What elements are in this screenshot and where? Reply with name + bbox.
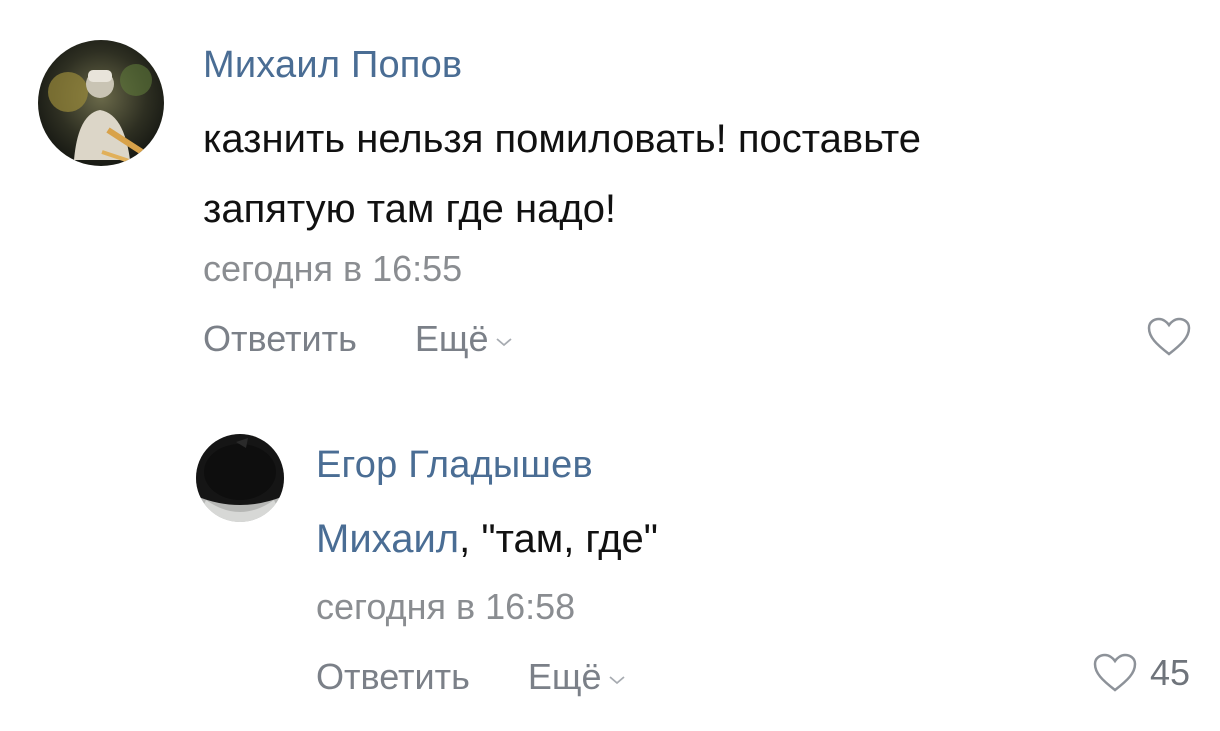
comment-text-line: запятую там где надо! [203, 187, 617, 231]
comment-author[interactable]: Егор Гладышев [316, 444, 593, 487]
comment-actions: Ответить Ещё [203, 318, 513, 360]
more-button[interactable]: Ещё [415, 318, 513, 360]
comment: Михаил Попов казнить нельзя помиловать! … [0, 0, 1220, 400]
chevron-down-icon [495, 338, 512, 347]
heart-icon [1093, 653, 1137, 692]
comment-text-line: казнить нельзя помиловать! поставьте [203, 117, 921, 161]
like-button[interactable]: 45 [1092, 652, 1190, 694]
more-label: Ещё [527, 656, 602, 697]
more-button[interactable]: Ещё [528, 656, 626, 698]
reply-button[interactable]: Ответить [203, 318, 357, 360]
comment-author[interactable]: Михаил Попов [203, 44, 462, 87]
like-button[interactable] [1146, 316, 1204, 358]
comment-timestamp: сегодня в 16:58 [316, 586, 576, 627]
avatar-image [38, 40, 164, 166]
avatar-image [196, 434, 284, 522]
comment-text: Михаил, "там, где" [316, 504, 658, 574]
comment-text: казнить нельзя помиловать! поставьте зап… [203, 104, 921, 244]
avatar[interactable] [38, 40, 164, 166]
chevron-down-icon [608, 676, 625, 685]
mention-link[interactable]: Михаил [316, 517, 459, 561]
reply-button[interactable]: Ответить [316, 656, 470, 698]
comment-text-body: , "там, где" [459, 517, 659, 561]
more-label: Ещё [414, 318, 489, 359]
comment-reply: Егор Гладышев Михаил, "там, где" сегодня… [0, 400, 1220, 731]
avatar[interactable] [196, 434, 284, 522]
comment-timestamp: сегодня в 16:55 [203, 248, 463, 289]
comment-actions: Ответить Ещё [316, 656, 626, 698]
heart-icon [1147, 317, 1191, 356]
like-count: 45 [1150, 652, 1191, 693]
